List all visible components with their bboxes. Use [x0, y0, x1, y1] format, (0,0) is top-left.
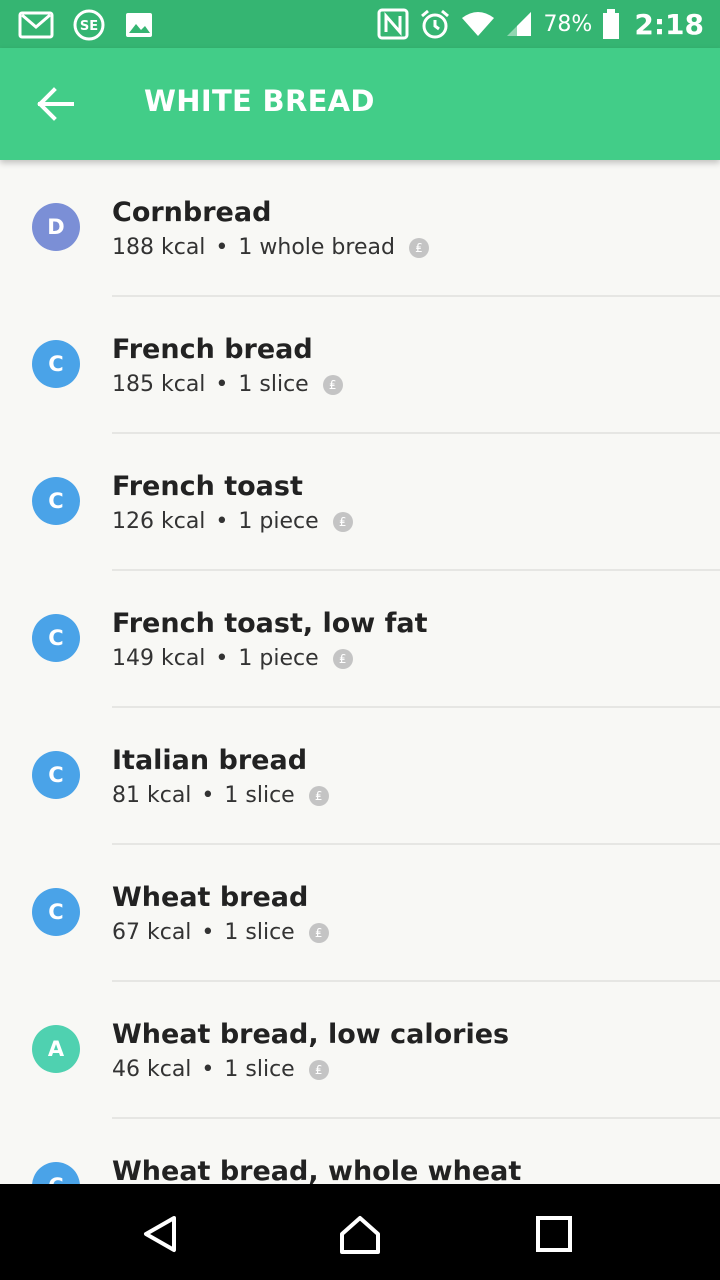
- food-name: Wheat bread, whole wheat: [112, 1156, 522, 1184]
- bullet: •: [201, 1057, 215, 1082]
- svg-text:SE: SE: [80, 19, 98, 34]
- calories: 188 kcal: [112, 235, 206, 260]
- list-item[interactable]: C Wheat bread, whole wheat: [0, 1119, 720, 1184]
- calories: 46 kcal: [112, 1057, 192, 1082]
- grade-badge: C: [32, 477, 80, 525]
- arrow-back-icon: [37, 87, 74, 121]
- food-details: 81 kcal • 1 slice ₤: [112, 783, 329, 808]
- food-name: Cornbread: [112, 197, 272, 228]
- battery-icon: [603, 9, 620, 39]
- nav-back-button[interactable]: [138, 1212, 182, 1256]
- grade-badge: A: [32, 1025, 80, 1073]
- serving: 1 whole bread: [238, 235, 395, 260]
- serving: 1 slice: [224, 783, 295, 808]
- food-details: 188 kcal • 1 whole bread ₤: [112, 235, 429, 260]
- serving: 1 piece: [238, 646, 319, 671]
- food-details: 67 kcal • 1 slice ₤: [112, 920, 329, 945]
- list-item[interactable]: A Wheat bread, low calories 46 kcal • 1 sl…: [0, 982, 720, 1119]
- list-item[interactable]: C French bread 185 kcal • 1 slice ₤: [0, 297, 720, 434]
- food-details: 149 kcal • 1 piece ₤: [112, 646, 353, 671]
- grade-badge: C: [32, 1162, 80, 1184]
- grade-badge: C: [32, 888, 80, 936]
- app-bar: WHITE BREAD: [0, 48, 720, 160]
- serving: 1 piece: [238, 509, 319, 534]
- food-name: Wheat bread, low calories: [112, 1019, 510, 1050]
- calories: 126 kcal: [112, 509, 206, 534]
- alarm-icon: [421, 9, 450, 39]
- grade-badge: C: [32, 614, 80, 662]
- back-nav-icon: [144, 1216, 176, 1252]
- list-item[interactable]: C French toast 126 kcal • 1 piece ₤: [0, 434, 720, 571]
- page-title: WHITE BREAD: [144, 84, 375, 118]
- serving: 1 slice: [224, 920, 295, 945]
- gmail-icon: [18, 11, 54, 39]
- calories: 67 kcal: [112, 920, 192, 945]
- bullet: •: [215, 235, 229, 260]
- grade-badge: D: [32, 203, 80, 251]
- serving: 1 slice: [224, 1057, 295, 1082]
- navigation-bar: [0, 1184, 720, 1280]
- bullet: •: [215, 646, 229, 671]
- food-name: French toast, low fat: [112, 608, 428, 639]
- food-details: 126 kcal • 1 piece ₤: [112, 509, 353, 534]
- nfc-icon: [377, 8, 409, 40]
- coin-icon: ₤: [308, 922, 329, 943]
- calories: 81 kcal: [112, 783, 192, 808]
- nav-recents-button[interactable]: [532, 1212, 576, 1256]
- wifi-icon: [462, 12, 495, 36]
- sf-app-icon: SE: [73, 9, 105, 41]
- food-details: 185 kcal • 1 slice ₤: [112, 372, 343, 397]
- coin-icon: ₤: [308, 1059, 329, 1080]
- list-item[interactable]: C French toast, low fat 149 kcal • 1 piece…: [0, 571, 720, 708]
- notification-icons: SE: [18, 8, 154, 42]
- food-list[interactable]: D Cornbread 188 kcal • 1 whole bread ₤ C Fr…: [0, 160, 720, 1184]
- food-name: French toast: [112, 471, 303, 502]
- food-name: Italian bread: [112, 745, 308, 776]
- signal-icon: [507, 12, 532, 36]
- recents-nav-icon: [536, 1216, 572, 1252]
- calories: 149 kcal: [112, 646, 206, 671]
- bullet: •: [215, 509, 229, 534]
- bullet: •: [201, 783, 215, 808]
- gallery-icon: [126, 13, 152, 37]
- coin-icon: ₤: [408, 237, 429, 258]
- list-item[interactable]: C Wheat bread 67 kcal • 1 slice ₤: [0, 845, 720, 982]
- list-item[interactable]: D Cornbread 188 kcal • 1 whole bread ₤: [0, 160, 720, 297]
- clock: 2:18: [634, 7, 704, 41]
- coin-icon: ₤: [308, 785, 329, 806]
- coin-icon: ₤: [332, 511, 353, 532]
- food-name: Wheat bread: [112, 882, 309, 913]
- battery-percent: 78%: [543, 11, 593, 37]
- grade-badge: C: [32, 340, 80, 388]
- bullet: •: [215, 372, 229, 397]
- nav-home-button[interactable]: [338, 1212, 382, 1256]
- grade-badge: C: [32, 751, 80, 799]
- bullet: •: [201, 920, 215, 945]
- food-details: 46 kcal • 1 slice ₤: [112, 1057, 329, 1082]
- back-button[interactable]: [36, 86, 76, 122]
- coin-icon: ₤: [322, 374, 343, 395]
- home-nav-icon: [340, 1216, 380, 1254]
- calories: 185 kcal: [112, 372, 206, 397]
- serving: 1 slice: [238, 372, 309, 397]
- status-bar: SE 78% 2:18: [0, 0, 720, 48]
- coin-icon: ₤: [332, 648, 353, 669]
- system-icons: 78% 2:18: [377, 0, 704, 48]
- food-name: French bread: [112, 334, 313, 365]
- list-item[interactable]: C Italian bread 81 kcal • 1 slice ₤: [0, 708, 720, 845]
